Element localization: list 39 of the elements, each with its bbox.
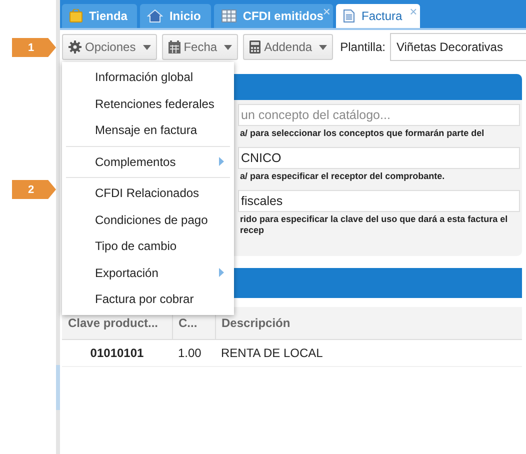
menu-item[interactable]: Información global (62, 64, 234, 90)
menu-item[interactable]: Condiciones de pago (62, 206, 234, 233)
calendar-icon (168, 40, 181, 54)
template-select[interactable]: Viñetas Decorativas (390, 33, 526, 61)
column-header[interactable]: Descripción (215, 307, 522, 340)
menu-item[interactable]: CFDI Relacionados (62, 180, 234, 206)
input-field[interactable]: CNICO (238, 147, 520, 169)
menu-item[interactable]: Exportación (62, 260, 234, 286)
input-field[interactable]: fiscales (238, 190, 520, 212)
table-icon (220, 9, 237, 23)
settings-icon (68, 40, 82, 54)
calculator-icon (249, 40, 262, 54)
menu-item[interactable]: Complementos (62, 148, 234, 175)
table-cell: RENTA DE LOCAL (215, 340, 522, 366)
help-text: a/ para especificar el receptor del comprobante. (239, 171, 446, 182)
menu-item[interactable]: Tipo de cambio (62, 233, 234, 260)
menu-item[interactable]: Mensaje en factura (62, 117, 234, 144)
menu-item[interactable]: Retenciones federales (62, 90, 234, 117)
home-icon (147, 9, 164, 23)
template-label: Plantilla: (340, 40, 386, 54)
caret-icon (319, 44, 328, 50)
submenu-arrow-icon (219, 268, 224, 278)
submenu-arrow-icon (219, 157, 224, 166)
caret-icon (142, 44, 151, 50)
input-field[interactable]: un concepto del catálogo... (238, 104, 520, 126)
document-icon (343, 9, 356, 23)
tab[interactable]: Factura × (336, 4, 420, 28)
toolbar-button[interactable]: Addenda (243, 34, 334, 60)
collapse-handle[interactable] (56, 365, 60, 410)
table-cell: 1.00 (172, 340, 215, 366)
toolbar-button[interactable]: Opciones (62, 34, 157, 60)
bag-icon (69, 9, 83, 23)
help-text: a/ para seleccionar los conceptos que formarán parte del (239, 128, 486, 139)
help-text: rido para especificar la clave del uso que dará a esta factura el recep (239, 214, 509, 236)
step-marker: 1 (12, 38, 56, 57)
toolbar-button[interactable]: Fecha (162, 34, 238, 60)
caret-icon (224, 44, 232, 50)
step-marker: 2 (12, 180, 56, 199)
table-cell: 01010101 (62, 340, 172, 366)
